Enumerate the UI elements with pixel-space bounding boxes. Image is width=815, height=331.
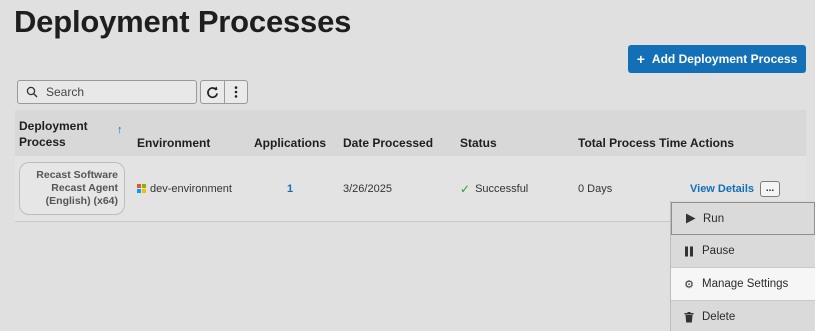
column-header-date-processed[interactable]: Date Processed	[343, 136, 460, 156]
process-name-line: Recast Agent	[51, 182, 118, 194]
date-processed-cell: 3/26/2025	[343, 182, 392, 195]
process-name-line: (English) (x64)	[45, 195, 118, 207]
menu-item-pause[interactable]: Pause	[671, 235, 815, 268]
column-header-actions: Actions	[690, 136, 735, 150]
view-details-link[interactable]: View Details	[690, 183, 754, 195]
refresh-icon	[206, 86, 218, 98]
page-title: Deployment Processes	[14, 4, 352, 39]
refresh-button[interactable]	[201, 81, 224, 103]
applications-cell: 1	[254, 183, 343, 195]
column-header-status[interactable]: Status	[460, 136, 578, 156]
status-text: Successful	[475, 182, 529, 195]
process-cell: Recast Software Recast Agent (English) (…	[15, 162, 137, 215]
add-deployment-process-button[interactable]: + Add Deployment Process	[628, 45, 806, 73]
column-header-environment[interactable]: Environment	[137, 136, 254, 156]
status-cell: ✓ Successful	[460, 182, 578, 196]
menu-item-label: Run	[703, 212, 725, 225]
search-field[interactable]	[17, 80, 197, 104]
row-actions-menu: Run Pause ⚙ Manage Settings Delete	[670, 201, 815, 331]
pause-icon	[683, 246, 695, 257]
windows-logo-icon	[137, 184, 146, 193]
menu-item-delete[interactable]: Delete	[671, 301, 815, 331]
plus-icon: +	[636, 51, 645, 67]
trash-icon	[683, 311, 695, 323]
total-process-time-cell: 0 Days	[578, 182, 613, 195]
row-actions-menu-button[interactable]: ...	[760, 180, 780, 197]
search-input[interactable]	[46, 85, 186, 99]
column-header-total-process-time[interactable]: Total Process Time	[578, 136, 690, 156]
process-name-line: Recast Software	[36, 169, 118, 181]
menu-item-label: Manage Settings	[702, 278, 789, 290]
play-icon	[684, 213, 696, 224]
menu-item-run[interactable]: Run	[671, 202, 815, 235]
gear-icon: ⚙	[684, 278, 694, 291]
table-header: Deployment Process ↑ Environment Applica…	[15, 110, 806, 156]
more-options-button[interactable]	[223, 81, 248, 103]
column-header-applications[interactable]: Applications	[254, 136, 343, 156]
menu-item-label: Delete	[702, 311, 736, 323]
environment-name: dev-environment	[150, 182, 232, 195]
check-icon: ✓	[460, 181, 471, 196]
menu-item-manage-settings[interactable]: ⚙ Manage Settings	[671, 268, 815, 301]
search-icon	[26, 86, 38, 98]
sort-ascending-icon[interactable]: ↑	[117, 124, 123, 136]
environment-cell: dev-environment	[137, 183, 254, 195]
actions-cell: View Details ...	[690, 180, 806, 197]
add-button-label: Add Deployment Process	[651, 52, 798, 66]
column-header-deployment-process[interactable]: Deployment Process ↑	[15, 118, 137, 156]
process-name-tag[interactable]: Recast Software Recast Agent (English) (…	[19, 162, 125, 215]
more-vertical-icon	[234, 86, 238, 98]
applications-count-link[interactable]: 1	[254, 183, 293, 195]
menu-item-label: Pause	[702, 245, 735, 257]
table-toolbar	[200, 80, 248, 104]
